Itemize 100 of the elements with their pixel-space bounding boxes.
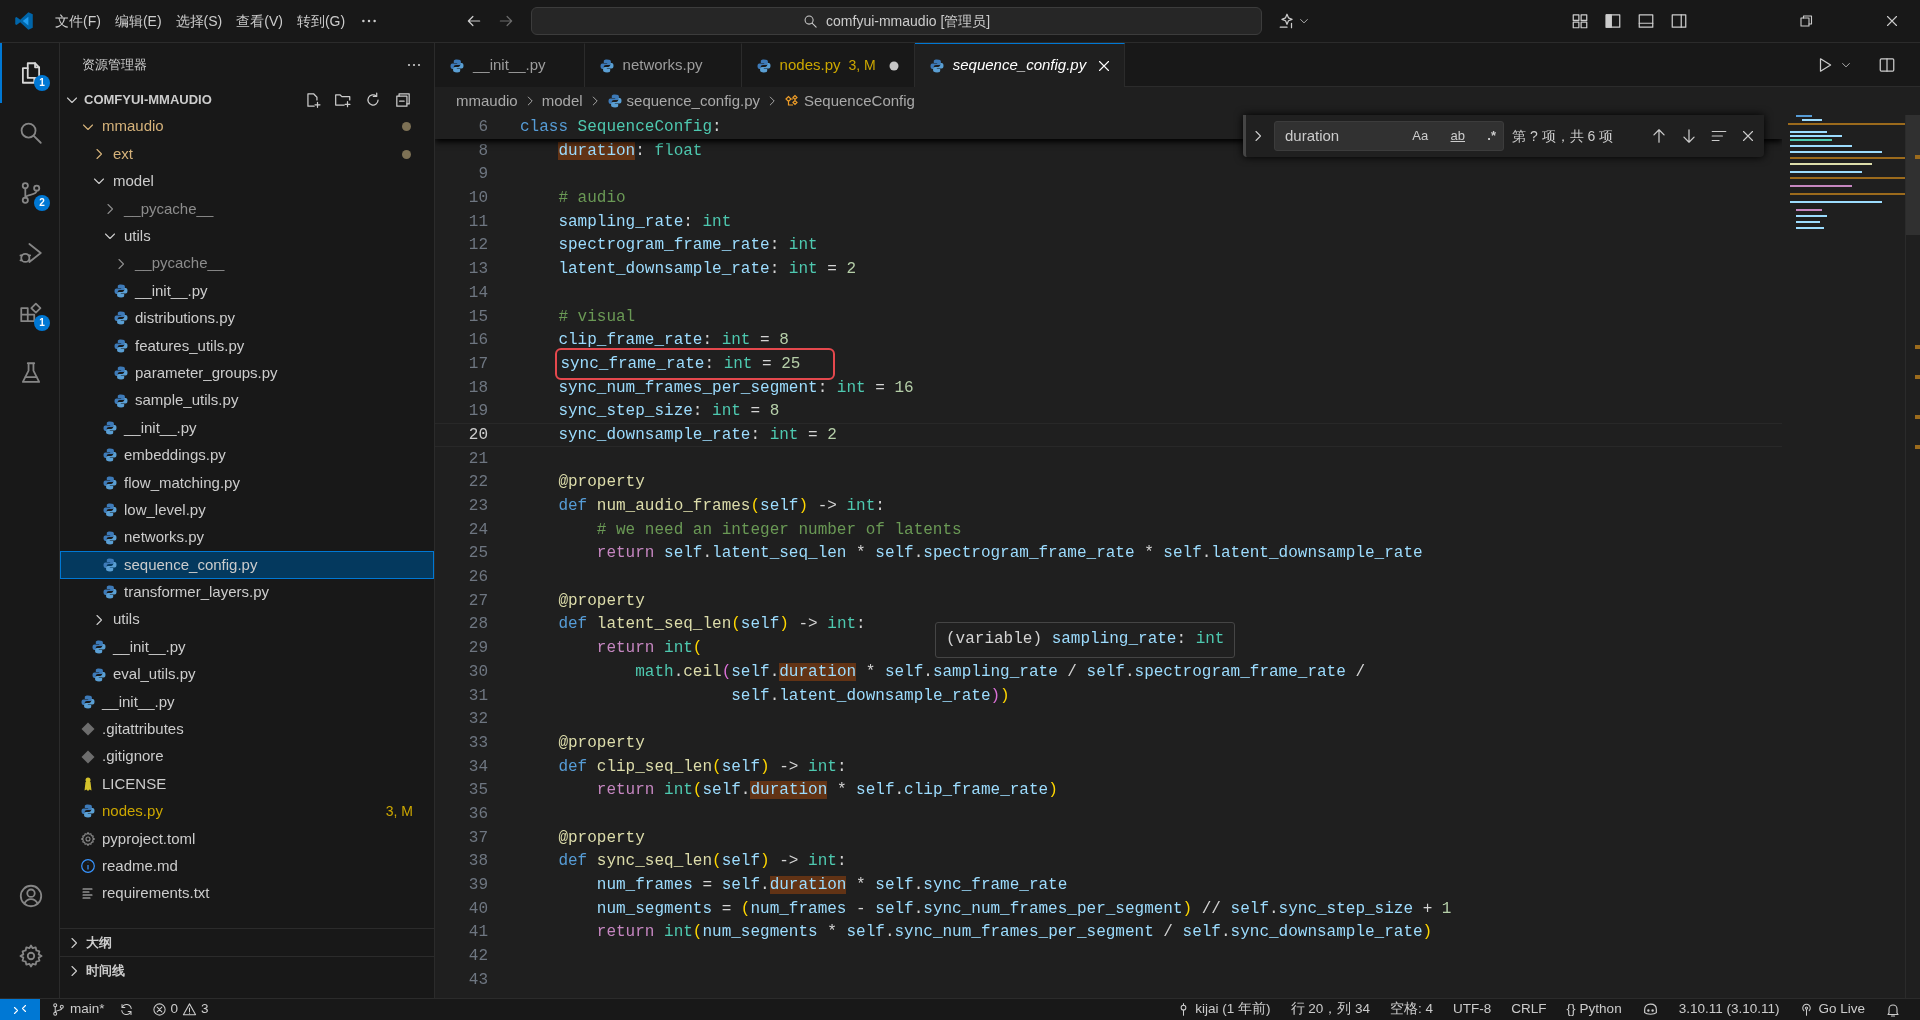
tree-item[interactable]: parameter_groups.py [60,359,434,387]
gear-icon [80,830,96,847]
breadcrumb-item[interactable]: mmaudio [456,89,518,113]
breadcrumb-item[interactable]: sequence_config.py [606,89,760,113]
tree-item[interactable]: pyproject.toml [60,825,434,853]
breadcrumb-item[interactable]: SequenceConfig [784,89,915,113]
find-input[interactable]: duration Aa ab .* [1274,121,1504,151]
tree-item[interactable]: __init__.py [60,277,434,305]
secondary-sidebar-icon[interactable] [1670,12,1688,30]
status-item[interactable]: 空格: 4 [1383,999,1441,1020]
restore-window-icon[interactable] [1798,13,1814,29]
tree-item[interactable]: readme.md [60,852,434,880]
account-icon [18,883,44,909]
panel-icon[interactable] [1637,12,1655,30]
status-item[interactable]: UTF-8 [1446,999,1499,1020]
tree-item[interactable]: ext [60,140,434,168]
find-option-toggle[interactable]: .* [1484,126,1499,146]
new-file-icon[interactable] [304,90,322,109]
editor-tab[interactable]: nodes.py 3, M [741,43,915,87]
python-file-icon [755,57,772,74]
problems-button[interactable]: 0 3 [144,999,216,1020]
section-header[interactable]: COMFYUI-MMAUDIO [64,89,212,110]
branch-button[interactable]: main* [44,999,112,1020]
tree-item[interactable]: mmaudio [60,113,434,141]
tree-item[interactable]: sample_utils.py [60,386,434,415]
tree-item[interactable]: LICENSE [60,770,434,798]
tree-item[interactable]: distributions.py [60,304,434,333]
close-icon[interactable] [1740,128,1756,144]
tree-item[interactable]: embeddings.py [60,441,434,470]
tree-item[interactable]: __pycache__ [60,195,434,223]
split-editor-icon[interactable] [1878,55,1896,74]
code-line: def latent_seq_len(self) -> int: [557,614,866,636]
go-live-item[interactable]: Go Live [1792,999,1872,1020]
status-item[interactable]: 行 20，列 34 [1283,999,1378,1020]
find-option-toggle[interactable]: ab [1447,126,1468,146]
close-icon[interactable] [1884,13,1900,29]
activity-bar-item[interactable]: 2 [0,163,60,223]
tree-item[interactable]: utils [60,222,434,250]
line-number: 30 [467,661,489,683]
tree-item[interactable]: low_level.py [60,496,434,524]
next-match-icon[interactable] [1680,127,1698,145]
previous-match-icon[interactable] [1650,127,1668,145]
panel-header[interactable]: 大纲 [66,932,112,953]
code-line: @property [557,732,645,754]
run-debug-icon [18,240,44,266]
language-item[interactable]: {} Python [1559,999,1629,1020]
tree-item[interactable]: features_utils.py [60,332,434,360]
remote-button[interactable] [0,998,40,1020]
modified-dot-icon [402,149,411,159]
refresh-icon[interactable] [364,90,382,109]
code-line: sampling_rate: int [557,211,732,233]
python-file-icon [102,474,118,491]
menu-item[interactable]: 选择(S) [168,10,230,32]
tree-item[interactable]: __pycache__ [60,249,434,278]
count-badge: 2 [34,195,50,211]
layout-icon[interactable] [1571,12,1589,30]
line-number: 38 [467,851,489,872]
menu-item[interactable]: 转到(G) [289,10,353,32]
code-line: def sync_seq_len(self) -> int: [557,851,847,872]
tree-item[interactable]: nodes.py 3, M [60,797,434,826]
tree-item[interactable]: flow_matching.py [60,469,434,497]
code-line: latent_downsample_rate: int = 2 [557,259,857,280]
tree-item[interactable]: __init__.py [60,414,434,442]
code-line: # visual [557,306,636,328]
branch-icon [51,1002,66,1017]
editor-tab[interactable]: sequence_config.py [914,43,1126,87]
tree-item[interactable]: requirements.txt [60,879,434,908]
line-number: 41 [467,922,489,944]
tree-item[interactable]: .gitignore [60,743,434,771]
command-center-search[interactable]: comfyui-mmaudio [管理员] [531,7,1263,35]
editor-tab[interactable]: __init__.py [435,43,585,87]
status-item[interactable]: CRLF [1504,999,1554,1020]
menu-item[interactable]: 文件(F) [48,10,108,32]
python-file-icon [102,529,118,546]
activity-bar-item[interactable]: 1 [0,283,60,343]
tree-item[interactable]: utils [60,606,434,634]
search-icon [803,13,819,29]
python-file-icon [102,556,118,573]
blame-item[interactable]: kijai (1 年前) [1169,999,1278,1020]
tree-item[interactable]: .gitattributes [60,715,434,743]
menu-item[interactable]: 编辑(E) [107,10,169,32]
editor-tab[interactable]: networks.py [584,43,742,87]
find-option-toggle[interactable]: Aa [1409,126,1432,146]
tree-item[interactable]: networks.py [60,523,434,552]
tree-item[interactable]: transformer_layers.py [60,578,434,607]
collapse-all-icon[interactable] [394,90,412,109]
tree-item[interactable]: __init__.py [60,688,434,716]
tree-item[interactable]: eval_utils.py [60,660,434,689]
python-file-icon [91,666,107,683]
code-line: math.ceil(self.duration * self.sampling_rate / self.spectrogram_frame_rate / [634,661,1365,683]
status-item[interactable]: 3.10.11 (3.10.11) [1671,999,1787,1020]
tree-item[interactable]: model [60,167,434,196]
python-file-icon [102,420,118,436]
panel-header[interactable]: 时间线 [66,960,125,981]
line-number: 19 [467,401,489,422]
primary-sidebar-icon[interactable] [1604,12,1622,30]
breadcrumb-item[interactable]: model [541,89,583,113]
tree-item[interactable]: __init__.py [60,633,434,661]
menu-item[interactable]: 查看(V) [229,10,290,32]
tree-item[interactable]: sequence_config.py [60,551,434,579]
